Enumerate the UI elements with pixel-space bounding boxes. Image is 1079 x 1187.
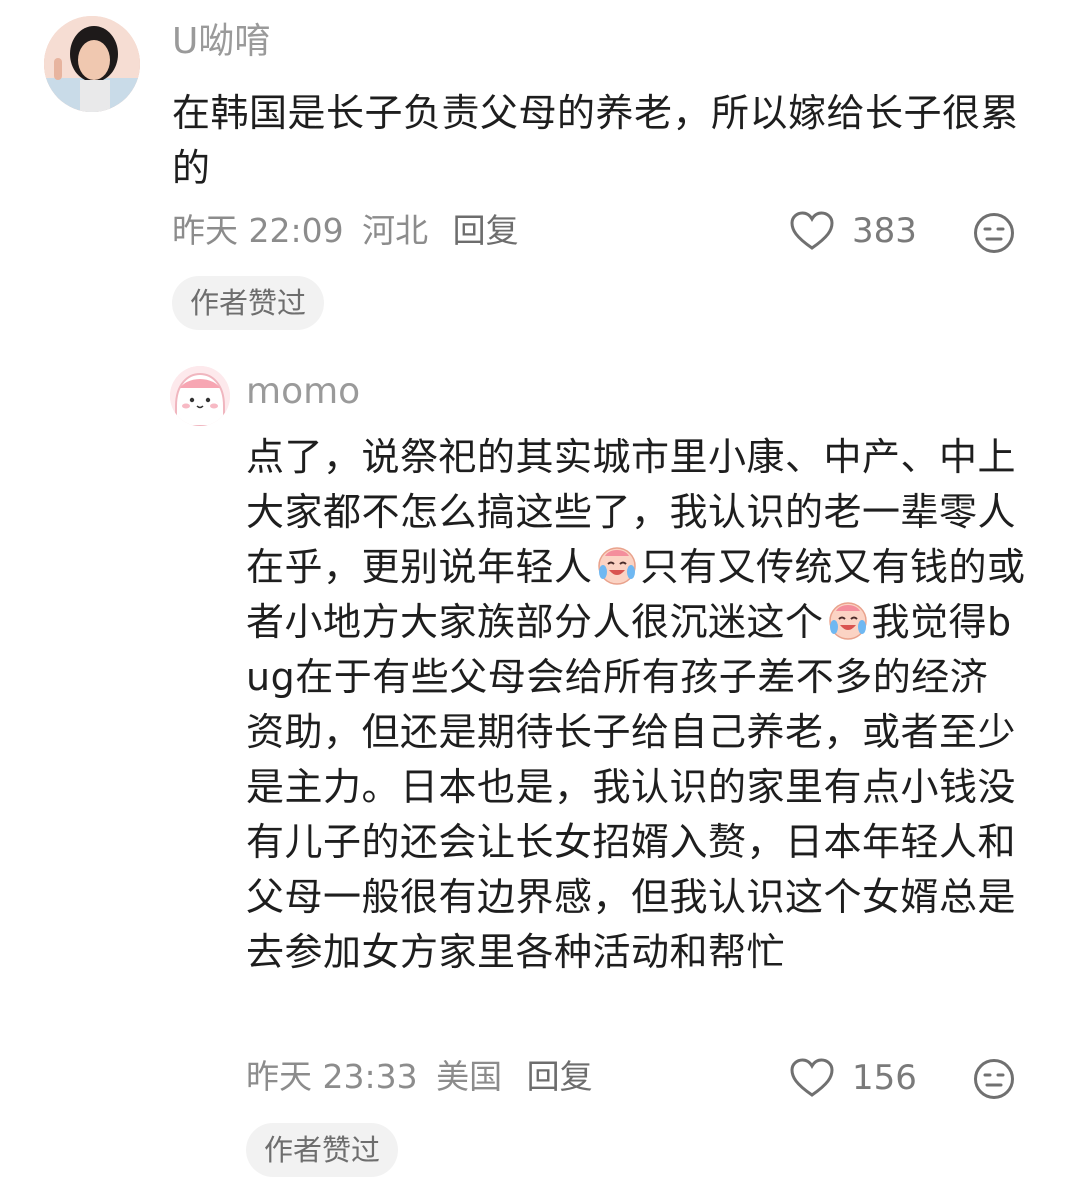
- neutral-face-icon[interactable]: [973, 212, 1015, 254]
- comment-text: 点了，说祭祀的其实城市里小康、中产、中上大家都不怎么搞这些了，我认识的老一辈零人…: [246, 430, 1026, 980]
- username[interactable]: U呦唷: [172, 24, 270, 60]
- crying-laughing-emoji: [828, 602, 867, 640]
- reply-button[interactable]: 回复: [527, 1057, 593, 1096]
- heart-outline-icon: [790, 1058, 834, 1097]
- comment-location: 美国: [436, 1057, 503, 1096]
- like-button[interactable]: 156: [790, 1058, 917, 1098]
- like-count: 383: [852, 211, 917, 251]
- author-liked-badge: 作者赞过: [246, 1123, 399, 1177]
- comment-text: 在韩国是长子负责父母的养老，所以嫁给长子很累的: [172, 91, 1020, 190]
- username[interactable]: momo: [246, 374, 360, 410]
- comment-meta: 昨天 23:33 美国 回复: [246, 1060, 593, 1093]
- like-count: 156: [852, 1058, 917, 1098]
- comment-time: 昨天 22:09: [172, 211, 344, 250]
- comment-text-part: 我觉得bug在于有些父母会给所有孩子差不多的经济资助，但还是期待长子给自己养老，…: [246, 600, 1017, 974]
- author-liked-badge: 作者赞过: [172, 276, 325, 330]
- neutral-face-icon[interactable]: [973, 1058, 1015, 1100]
- comment-time: 昨天 23:33: [246, 1057, 418, 1096]
- avatar-portrait-image: [44, 16, 140, 112]
- heart-outline-icon: [790, 211, 834, 250]
- avatar[interactable]: [44, 16, 140, 112]
- like-button[interactable]: 383: [790, 211, 917, 251]
- comment-meta: 昨天 22:09 河北 回复: [172, 214, 519, 247]
- reply-button[interactable]: 回复: [453, 211, 519, 250]
- crying-laughing-emoji: [597, 547, 636, 585]
- avatar[interactable]: [170, 366, 230, 426]
- avatar-cartoon-image: [170, 366, 230, 426]
- comment-location: 河北: [362, 211, 429, 250]
